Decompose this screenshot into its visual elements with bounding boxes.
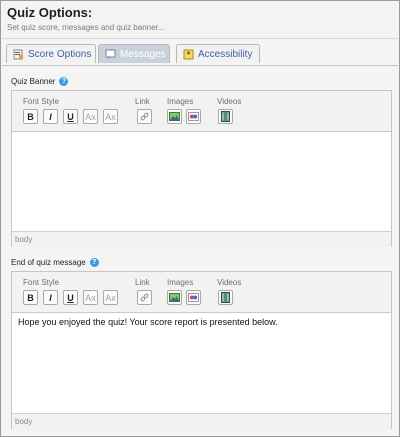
score-options-icon: [13, 49, 24, 60]
end-of-quiz-message-label: End of quiz message ?: [11, 258, 99, 267]
subscript-button[interactable]: Ax: [83, 290, 98, 305]
font-style-group-label: Font Style: [23, 278, 60, 287]
insert-image-button[interactable]: [167, 109, 182, 124]
tab-score-options[interactable]: Score Options: [6, 44, 96, 63]
end-of-quiz-message-editor: Font Style B I U Ax Ax Link Images Video…: [11, 271, 392, 429]
quiz-banner-editor: Font Style B I U Ax Ax Link Images Video…: [11, 90, 392, 247]
underline-button[interactable]: U: [63, 290, 78, 305]
tab-score-options-label: Score Options: [28, 48, 92, 60]
image-icon: [169, 112, 180, 121]
superscript-button[interactable]: Ax: [103, 290, 118, 305]
quiz-banner-label: Quiz Banner ?: [11, 77, 69, 86]
link-group-label: Link: [135, 97, 150, 106]
quiz-banner-label-text: Quiz Banner: [11, 77, 56, 86]
image-icon: [169, 293, 180, 302]
videos-group-label: Videos: [217, 278, 242, 287]
link-icon: [140, 112, 149, 121]
link-button[interactable]: [137, 290, 152, 305]
accessibility-icon: [183, 49, 194, 60]
insert-image-button[interactable]: [167, 290, 182, 305]
video-icon: [221, 292, 230, 303]
font-style-group-label: Font Style: [23, 97, 60, 106]
panel-header: Quiz Options: Set quiz score, messages a…: [2, 2, 398, 39]
underline-button[interactable]: U: [63, 109, 78, 124]
editor-status-bar: body: [12, 231, 391, 247]
italic-button[interactable]: I: [43, 109, 58, 124]
editor-status-bar: body: [12, 413, 391, 429]
editor-toolbar: Font Style B I U Ax Ax Link Images Video…: [12, 272, 391, 313]
insert-video-button[interactable]: [218, 290, 233, 305]
editor-toolbar: Font Style B I U Ax Ax Link Images Video…: [12, 91, 391, 132]
page-subtitle: Set quiz score, messages and quiz banner…: [7, 23, 165, 32]
superscript-button[interactable]: Ax: [103, 109, 118, 124]
messages-icon: [105, 49, 116, 60]
insert-video-button[interactable]: [218, 109, 233, 124]
insert-flickr-button[interactable]: [186, 109, 201, 124]
bold-button[interactable]: B: [23, 290, 38, 305]
page-title: Quiz Options:: [7, 5, 93, 20]
video-icon: [221, 111, 230, 122]
bold-button[interactable]: B: [23, 109, 38, 124]
link-group-label: Link: [135, 278, 150, 287]
insert-flickr-button[interactable]: [186, 290, 201, 305]
quiz-banner-text-area[interactable]: [12, 132, 391, 231]
tab-bar: Score Options Messages Accessibility: [2, 39, 398, 66]
flickr-icon: [188, 112, 199, 121]
tab-accessibility[interactable]: Accessibility: [176, 44, 260, 63]
end-of-quiz-message-label-text: End of quiz message: [11, 258, 86, 267]
italic-button[interactable]: I: [43, 290, 58, 305]
flickr-icon: [188, 293, 199, 302]
link-button[interactable]: [137, 109, 152, 124]
images-group-label: Images: [167, 278, 194, 287]
tab-messages-label: Messages: [120, 48, 166, 60]
help-icon[interactable]: ?: [59, 77, 69, 86]
end-of-quiz-message-text-area[interactable]: Hope you enjoyed the quiz! Your score re…: [12, 313, 391, 413]
help-icon[interactable]: ?: [89, 258, 99, 267]
subscript-button[interactable]: Ax: [83, 109, 98, 124]
link-icon: [140, 293, 149, 302]
images-group-label: Images: [167, 97, 194, 106]
tab-messages[interactable]: Messages: [98, 44, 170, 63]
videos-group-label: Videos: [217, 97, 242, 106]
quiz-options-panel: Quiz Options: Set quiz score, messages a…: [0, 0, 400, 437]
tab-accessibility-label: Accessibility: [198, 48, 253, 60]
